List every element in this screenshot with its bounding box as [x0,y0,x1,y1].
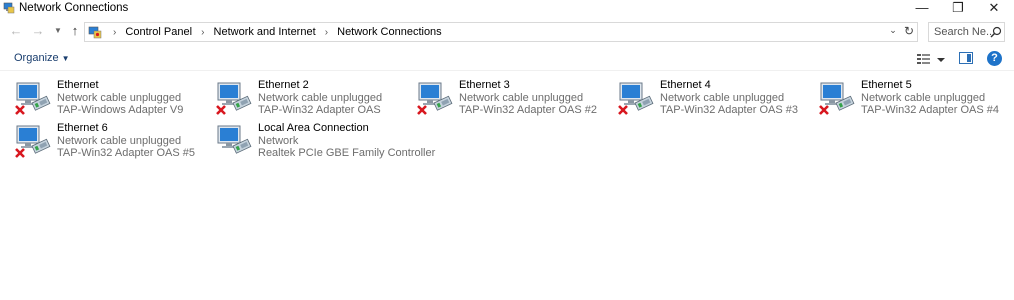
search-input[interactable]: Search Ne... [928,22,1005,42]
connection-text: Ethernet 5 Network cable unplugged TAP-W… [861,79,999,117]
breadcrumb-control-panel[interactable]: Control Panel [125,26,192,38]
up-button[interactable]: ↑ [67,23,83,39]
breadcrumb: › Control Panel › Network and Internet ›… [107,26,442,38]
command-bar: Organize ▼ ? [0,47,1014,71]
connection-name: Ethernet [57,79,99,91]
connection-status: Network cable unplugged [861,91,986,104]
forward-button[interactable]: → [30,23,46,39]
search-icon[interactable] [990,26,1002,38]
red-x-icon [216,105,226,115]
network-connection-item[interactable]: Ethernet 2 Network cable unplugged TAP-W… [216,79,412,123]
organize-label: Organize [14,52,59,64]
connection-name: Ethernet 6 [57,122,108,134]
breadcrumb-separator-icon[interactable]: › [113,27,116,38]
connection-name: Ethernet 4 [660,79,711,91]
close-button[interactable]: ✕ [978,0,1010,18]
minimize-button[interactable]: — [906,0,938,18]
red-x-icon [819,105,829,115]
window-title: Network Connections [19,2,129,14]
connection-text: Local Area Connection Network Realtek PC… [258,122,435,160]
red-x-icon [618,105,628,115]
connection-status: Network [258,134,299,147]
connection-adapter: TAP-Win32 Adapter OAS #4 [861,104,999,116]
network-connection-item[interactable]: Ethernet 3 Network cable unplugged TAP-W… [417,79,613,123]
connection-adapter: TAP-Windows Adapter V9 [57,104,184,116]
connection-adapter: TAP-Win32 Adapter OAS #5 [57,147,195,159]
preview-pane-icon[interactable] [959,52,973,64]
search-placeholder: Search Ne... [934,26,996,38]
breadcrumb-network-connections[interactable]: Network Connections [337,26,442,38]
network-connection-item[interactable]: Local Area Connection Network Realtek PC… [216,122,435,166]
address-row: ← → ▼ ↑ › Control Panel › Network and In… [0,21,1014,43]
connection-name: Ethernet 2 [258,79,309,91]
back-button[interactable]: ← [8,23,24,39]
network-connections-icon [3,2,15,14]
network-adapter-icon [216,82,252,115]
organize-button[interactable]: Organize ▼ [14,52,70,64]
connection-status: Network cable unplugged [258,91,383,104]
connection-name: Ethernet 3 [459,79,510,91]
red-x-icon [417,105,427,115]
connection-status: Network cable unplugged [459,91,584,104]
connection-status: Network cable unplugged [57,134,182,147]
red-x-icon [15,148,25,158]
network-adapter-icon [15,125,51,158]
network-connection-item[interactable]: Ethernet 4 Network cable unplugged TAP-W… [618,79,814,123]
connection-status: Network cable unplugged [660,91,785,104]
address-bar[interactable]: › Control Panel › Network and Internet ›… [84,22,918,42]
connection-text: Ethernet 6 Network cable unplugged TAP-W… [57,122,195,160]
connection-adapter: TAP-Win32 Adapter OAS [258,104,381,116]
help-icon[interactable]: ? [987,51,1002,66]
connection-status: Network cable unplugged [57,91,182,104]
connection-text: Ethernet 4 Network cable unplugged TAP-W… [660,79,798,117]
title-bar: Network Connections — ❐ ✕ [0,0,1014,18]
network-connection-item[interactable]: Ethernet Network cable unplugged TAP-Win… [15,79,211,123]
breadcrumb-network-and-internet[interactable]: Network and Internet [214,26,316,38]
control-panel-icon [88,26,102,39]
organize-chevron-down-icon: ▼ [61,54,70,63]
network-adapter-icon [417,82,453,115]
change-view-icon[interactable] [916,51,948,67]
network-adapter-icon [819,82,855,115]
network-adapter-icon [15,82,51,115]
network-adapter-icon [217,125,252,154]
refresh-icon[interactable]: ↻ [902,24,916,38]
connection-adapter: TAP-Win32 Adapter OAS #3 [660,104,798,116]
connection-text: Ethernet 2 Network cable unplugged TAP-W… [258,79,382,117]
network-adapter-icon [618,82,654,115]
connection-name: Local Area Connection [258,122,369,134]
connection-name: Ethernet 5 [861,79,912,91]
breadcrumb-separator-icon[interactable]: › [201,27,204,38]
connection-text: Ethernet 3 Network cable unplugged TAP-W… [459,79,597,117]
address-history-chevron-down-icon[interactable]: ⌄ [886,25,900,36]
connection-adapter: Realtek PCIe GBE Family Controller [258,147,436,159]
recent-locations-chevron-down-icon[interactable]: ▼ [50,23,66,39]
network-connection-item[interactable]: Ethernet 6 Network cable unplugged TAP-W… [15,122,211,166]
network-connection-item[interactable]: Ethernet 5 Network cable unplugged TAP-W… [819,79,1014,123]
maximize-button[interactable]: ❐ [942,0,974,18]
connection-adapter: TAP-Win32 Adapter OAS #2 [459,104,597,116]
connection-text: Ethernet Network cable unplugged TAP-Win… [57,79,183,117]
red-x-icon [15,105,25,115]
breadcrumb-separator-icon[interactable]: › [325,27,328,38]
